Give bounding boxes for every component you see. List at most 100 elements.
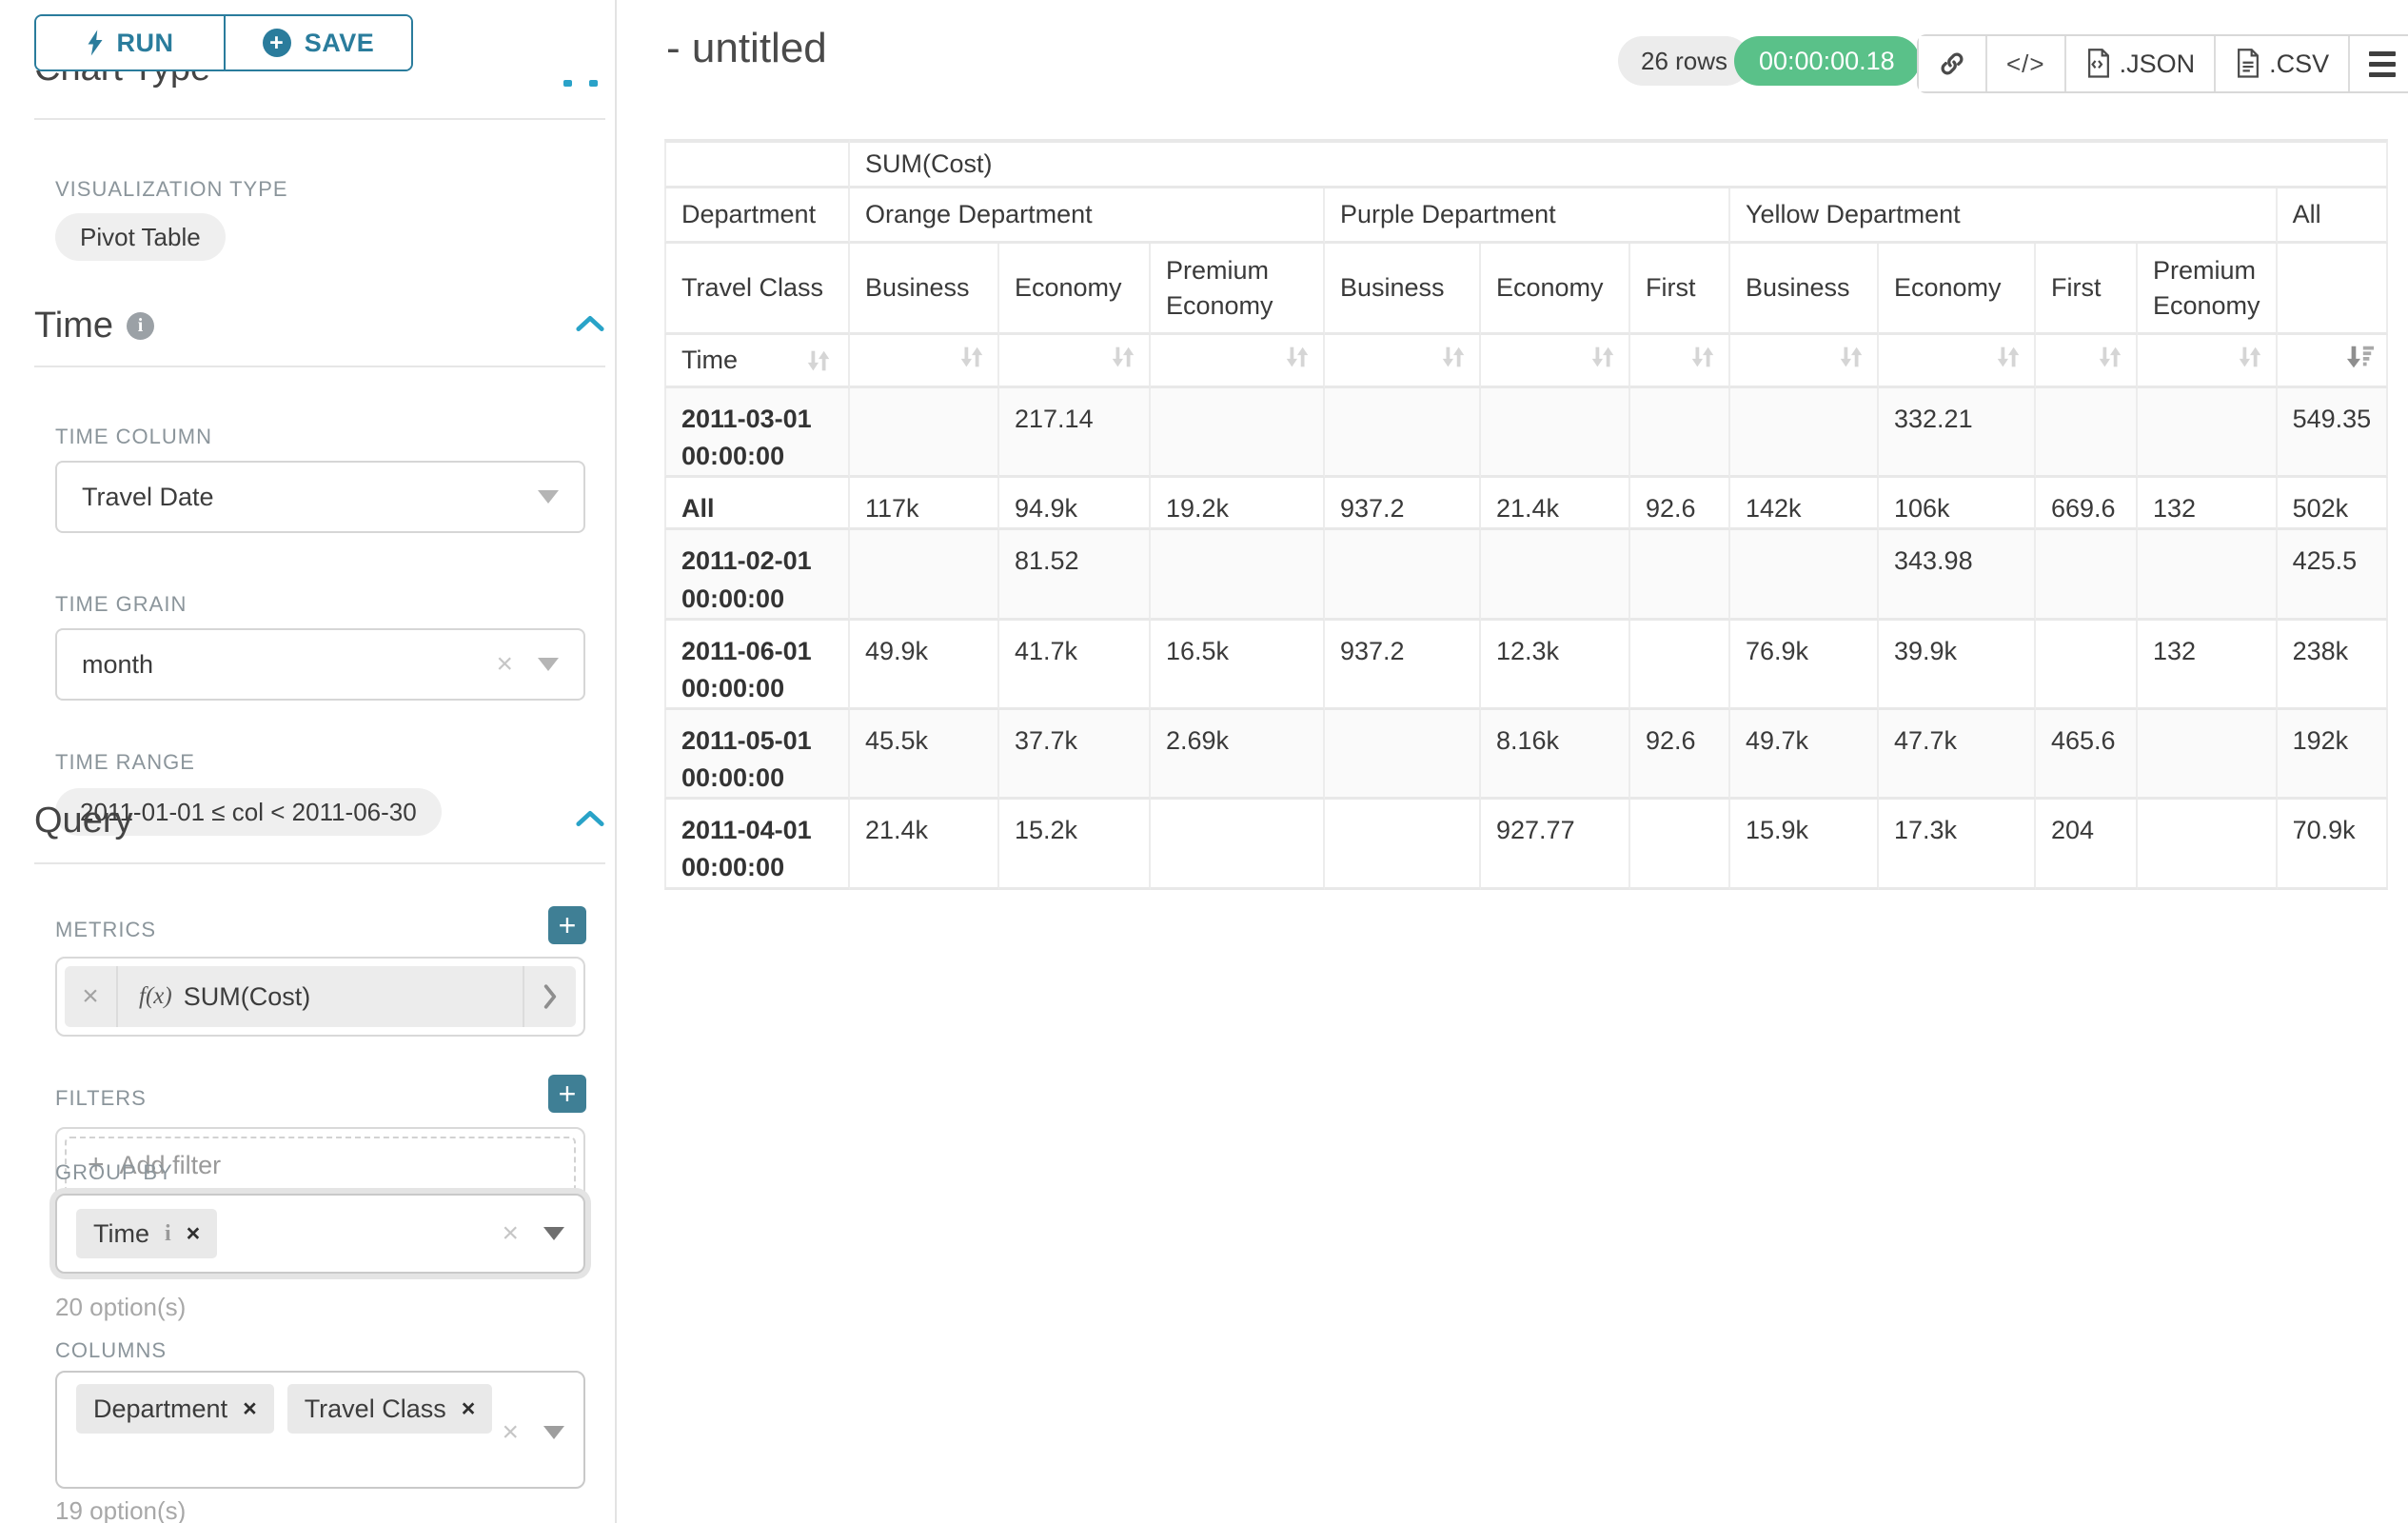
remove-tag-icon[interactable]: × bbox=[187, 1220, 201, 1248]
query-section-title: Query bbox=[34, 800, 132, 841]
sort-icon[interactable] bbox=[957, 343, 986, 371]
metric-label: SUM(Cost) bbox=[184, 982, 311, 1012]
time-column-value: Travel Date bbox=[82, 483, 214, 512]
query-section-header: Query bbox=[34, 800, 605, 841]
dimension-tag[interactable]: Travel Class× bbox=[287, 1384, 493, 1434]
sort-icon[interactable] bbox=[2096, 343, 2124, 371]
dimension-tag[interactable]: Timei× bbox=[76, 1209, 217, 1258]
pivot-value-cell bbox=[1630, 530, 1730, 620]
clear-icon[interactable]: × bbox=[496, 650, 513, 679]
time-section-header: Time i bbox=[34, 305, 605, 346]
info-icon[interactable]: i bbox=[127, 312, 154, 340]
pivot-sort-cell[interactable] bbox=[1151, 335, 1325, 388]
metrics-box: × f(x) SUM(Cost) bbox=[55, 957, 585, 1037]
pivot-value-cell: 343.98 bbox=[1879, 530, 2036, 620]
group-by-select[interactable]: Timei× × bbox=[55, 1194, 585, 1274]
pivot-data-row: 2011-03-01 00:00:00217.14332.21549.35 bbox=[664, 388, 2388, 478]
remove-tag-icon[interactable]: × bbox=[462, 1395, 476, 1423]
remove-tag-icon[interactable]: × bbox=[243, 1395, 257, 1423]
pivot-sort-cell[interactable] bbox=[1630, 335, 1730, 388]
metrics-label: METRICS bbox=[55, 918, 156, 942]
pivot-sort-cell[interactable] bbox=[850, 335, 999, 388]
function-icon: f(x) bbox=[139, 983, 172, 1010]
pivot-sort-cell[interactable] bbox=[2138, 335, 2278, 388]
collapse-section-icon[interactable] bbox=[575, 809, 605, 833]
pivot-row-header: 2011-05-01 00:00:00 bbox=[664, 710, 850, 800]
time-section-title: Time bbox=[34, 305, 113, 346]
sort-icon[interactable] bbox=[1837, 343, 1865, 371]
pivot-value-cell: 2.69k bbox=[1151, 710, 1325, 800]
chevron-down-icon[interactable] bbox=[538, 658, 559, 671]
pivot-sort-row: Time bbox=[664, 335, 2388, 388]
pivot-table-body: 2011-03-01 00:00:00217.14332.21549.35All… bbox=[664, 388, 2388, 890]
sort-icon[interactable] bbox=[1283, 343, 1312, 371]
pivot-value-cell: 204 bbox=[2036, 800, 2138, 889]
sort-icon[interactable] bbox=[2236, 343, 2264, 371]
collapse-section-icon[interactable] bbox=[575, 314, 605, 338]
pivot-department-row: DepartmentOrange DepartmentPurple Depart… bbox=[664, 188, 2388, 244]
export-csv-button[interactable]: .CSV bbox=[2214, 36, 2348, 91]
pivot-time-label: Time bbox=[681, 346, 738, 375]
sort-icon[interactable] bbox=[1688, 343, 1717, 371]
pivot-value-cell bbox=[1151, 388, 1325, 478]
sort-icon[interactable] bbox=[804, 346, 833, 375]
pivot-sort-cell[interactable] bbox=[1879, 335, 2036, 388]
pivot-value-cell: 238k bbox=[2278, 621, 2389, 710]
visualization-type-pill[interactable]: Pivot Table bbox=[55, 213, 226, 261]
columns-select[interactable]: Department× Travel Class× × bbox=[55, 1371, 585, 1489]
pivot-class-header: Business bbox=[1730, 244, 1879, 335]
pivot-value-cell: 21.4k bbox=[1481, 478, 1630, 530]
chart-type-collapse-icon[interactable] bbox=[589, 80, 598, 87]
pivot-value-cell bbox=[850, 388, 999, 478]
pivot-table-head: SUM(Cost)DepartmentOrange DepartmentPurp… bbox=[664, 139, 2388, 388]
pivot-sort-cell[interactable] bbox=[999, 335, 1151, 388]
pivot-sort-cell[interactable] bbox=[2278, 335, 2389, 388]
query-timer-badge: 00:00:00.18 bbox=[1734, 36, 1920, 86]
sort-icon[interactable] bbox=[1994, 343, 2023, 371]
pivot-sort-cell[interactable] bbox=[1325, 335, 1481, 388]
add-filter-plus-button[interactable]: + bbox=[548, 1075, 586, 1113]
pivot-sort-cell[interactable] bbox=[1730, 335, 1879, 388]
remove-metric-icon[interactable]: × bbox=[65, 966, 118, 1027]
pivot-row-header: 2011-04-01 00:00:00 bbox=[664, 800, 850, 889]
dimension-tag[interactable]: Department× bbox=[76, 1384, 274, 1434]
code-icon: </> bbox=[2006, 49, 2045, 79]
chart-type-collapse-icon[interactable] bbox=[563, 80, 572, 87]
pivot-value-cell: 81.52 bbox=[999, 530, 1151, 620]
time-column-select[interactable]: Travel Date bbox=[55, 461, 585, 533]
pivot-value-cell bbox=[1151, 800, 1325, 889]
view-query-button[interactable]: </> bbox=[1985, 36, 2064, 91]
pivot-row-header: 2011-02-01 00:00:00 bbox=[664, 530, 850, 620]
chevron-down-icon[interactable] bbox=[543, 1426, 564, 1439]
time-grain-select[interactable]: month × bbox=[55, 628, 585, 701]
expand-metric-icon[interactable] bbox=[523, 966, 576, 1027]
pivot-value-cell: 8.16k bbox=[1481, 710, 1630, 800]
sort-icon[interactable] bbox=[1109, 343, 1137, 371]
sort-icon[interactable] bbox=[1439, 343, 1468, 371]
export-json-button[interactable]: .JSON bbox=[2064, 36, 2215, 91]
clear-icon[interactable]: × bbox=[502, 1418, 519, 1447]
pivot-value-cell: 49.9k bbox=[850, 621, 999, 710]
share-link-button[interactable] bbox=[1919, 36, 1985, 91]
metric-pill[interactable]: × f(x) SUM(Cost) bbox=[65, 966, 576, 1027]
pivot-value-cell: 142k bbox=[1730, 478, 1879, 530]
sort-descending-icon[interactable] bbox=[2346, 343, 2375, 371]
clear-icon[interactable]: × bbox=[502, 1219, 519, 1248]
chart-title[interactable]: - untitled bbox=[666, 25, 827, 72]
chevron-down-icon[interactable] bbox=[538, 490, 559, 504]
pivot-sort-cell[interactable] bbox=[1481, 335, 1630, 388]
time-column-label: TIME COLUMN bbox=[55, 425, 212, 449]
sort-icon[interactable] bbox=[1589, 343, 1617, 371]
add-metric-button[interactable]: + bbox=[548, 906, 586, 944]
csv-file-icon bbox=[2235, 49, 2261, 79]
pivot-value-cell bbox=[1325, 388, 1481, 478]
run-button[interactable]: RUN bbox=[36, 16, 224, 69]
save-button[interactable]: + SAVE bbox=[224, 16, 411, 69]
export-json-label: .JSON bbox=[2120, 49, 2196, 79]
pivot-value-cell: 76.9k bbox=[1730, 621, 1879, 710]
pivot-sort-cell[interactable] bbox=[2036, 335, 2138, 388]
pivot-class-row: Travel ClassBusinessEconomyPremium Econo… bbox=[664, 244, 2388, 335]
chevron-down-icon[interactable] bbox=[543, 1227, 564, 1240]
info-icon[interactable]: i bbox=[165, 1221, 171, 1247]
chart-menu-button[interactable] bbox=[2348, 36, 2408, 91]
